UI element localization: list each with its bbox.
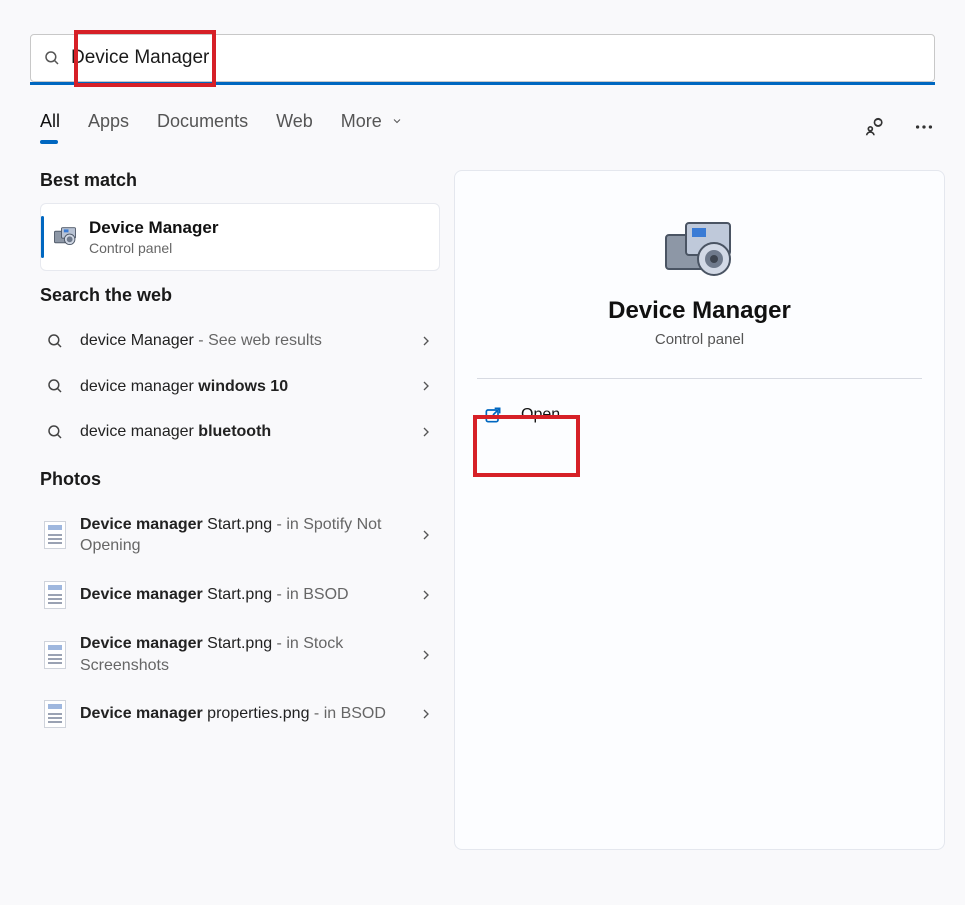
image-thumbnail-icon — [44, 700, 66, 728]
chevron-right-icon — [418, 647, 434, 663]
photo-result-text: Device manager properties.png - in BSOD — [80, 703, 404, 725]
search-bar-wrap — [0, 0, 965, 82]
photo-result-text: Device manager Start.png - in Stock Scre… — [80, 633, 404, 676]
photo-result-2[interactable]: Device manager Start.png - in Stock Scre… — [40, 621, 440, 688]
tab-web[interactable]: Web — [276, 111, 313, 142]
search-icon — [43, 49, 61, 67]
preview-panel: Device Manager Control panel Open — [454, 170, 945, 850]
more-horizontal-icon — [913, 116, 935, 138]
search-icon — [46, 377, 64, 395]
device-manager-icon — [51, 223, 79, 251]
web-result-2[interactable]: device manager bluetooth — [40, 409, 440, 455]
section-photos: Photos — [40, 469, 440, 490]
web-result-text: device Manager - See web results — [80, 330, 404, 352]
tab-all[interactable]: All — [40, 111, 60, 142]
device-manager-icon — [658, 217, 742, 281]
web-result-text: device manager bluetooth — [80, 421, 404, 443]
selection-accent — [41, 216, 44, 258]
chevron-right-icon — [418, 587, 434, 603]
section-best-match: Best match — [40, 170, 440, 191]
open-external-icon — [483, 405, 503, 425]
section-search-web: Search the web — [40, 285, 440, 306]
chevron-right-icon — [418, 527, 434, 543]
best-match-texts: Device Manager Control panel — [89, 218, 218, 256]
search-icon — [46, 332, 64, 350]
people-sync-icon — [863, 116, 885, 138]
search-panel: All Apps Documents Web More — [0, 0, 965, 905]
results-column: Best match Device Manager Control panel — [40, 170, 440, 850]
tab-more-label: More — [341, 111, 382, 131]
image-thumbnail-icon — [44, 641, 66, 669]
tab-apps[interactable]: Apps — [88, 111, 129, 142]
photo-result-1[interactable]: Device manager Start.png - in BSOD — [40, 569, 440, 621]
tab-documents[interactable]: Documents — [157, 111, 248, 142]
divider — [477, 378, 922, 379]
preview-subtitle: Control panel — [655, 331, 744, 348]
chevron-right-icon — [418, 333, 434, 349]
chevron-right-icon — [418, 424, 434, 440]
filter-tabs: All Apps Documents Web More — [40, 111, 403, 142]
photo-result-0[interactable]: Device manager Start.png - in Spotify No… — [40, 502, 440, 569]
photo-result-3[interactable]: Device manager properties.png - in BSOD — [40, 688, 440, 740]
filter-tabs-row: All Apps Documents Web More — [0, 85, 965, 142]
people-sync-button[interactable] — [863, 116, 885, 138]
chevron-down-icon — [391, 115, 403, 127]
preview-title: Device Manager — [608, 297, 791, 325]
tab-more[interactable]: More — [341, 111, 403, 142]
aux-buttons — [863, 116, 935, 138]
search-bar[interactable] — [30, 34, 935, 82]
search-icon — [46, 423, 64, 441]
image-thumbnail-icon — [44, 581, 66, 609]
best-match-subtitle: Control panel — [89, 240, 218, 256]
photo-result-text: Device manager Start.png - in BSOD — [80, 584, 404, 606]
search-input[interactable] — [61, 47, 922, 69]
chevron-right-icon — [418, 706, 434, 722]
content-area: Best match Device Manager Control panel — [0, 142, 965, 850]
open-button[interactable]: Open — [477, 397, 566, 433]
open-label: Open — [521, 406, 560, 424]
chevron-right-icon — [418, 378, 434, 394]
photo-result-text: Device manager Start.png - in Spotify No… — [80, 514, 404, 557]
best-match-title: Device Manager — [89, 218, 218, 238]
more-options-button[interactable] — [913, 116, 935, 138]
web-result-1[interactable]: device manager windows 10 — [40, 364, 440, 410]
web-result-0[interactable]: device Manager - See web results — [40, 318, 440, 364]
image-thumbnail-icon — [44, 521, 66, 549]
best-match-result[interactable]: Device Manager Control panel — [40, 203, 440, 271]
web-result-text: device manager windows 10 — [80, 376, 404, 398]
